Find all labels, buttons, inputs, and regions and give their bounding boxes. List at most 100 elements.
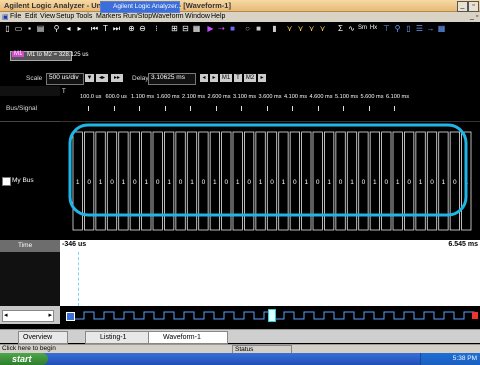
bus-row-label[interactable]: My Bus [0, 122, 60, 240]
bus-collapse-icon[interactable]: ⊟ [181, 24, 190, 33]
bus-bit-label: 0 [339, 179, 343, 186]
find-prev-icon[interactable]: ◂ [64, 24, 73, 33]
new-icon[interactable]: ▯ [3, 24, 12, 33]
zoom-in-icon[interactable]: ⊕ [127, 24, 136, 33]
overview-strip [60, 306, 480, 324]
menu-view[interactable]: View [40, 13, 55, 20]
ruler-tick-mark [88, 106, 89, 111]
arrow-icon[interactable]: → [426, 24, 435, 33]
hex-icon[interactable]: Hx [369, 24, 378, 33]
taskbar-app-button[interactable]: Agilent Logic Analyzer... [100, 1, 182, 13]
zoom-out-icon[interactable]: ⊖ [138, 24, 147, 33]
find-icon[interactable]: ⚲ [52, 24, 61, 33]
table-icon[interactable]: ▦ [437, 24, 446, 33]
run-icon[interactable]: ▶ [206, 24, 215, 33]
tab-overview[interactable]: Overview [18, 331, 68, 344]
list-icon[interactable]: ☰ [415, 24, 424, 33]
overview-position-handle[interactable] [268, 309, 276, 322]
ruler-tick-mark [317, 106, 319, 111]
print-icon[interactable]: ▤ [36, 24, 45, 33]
zoom-out-button[interactable]: ▼ [85, 74, 94, 82]
grid-icon[interactable]: ▦ [192, 24, 201, 33]
menu-restore-icon[interactable]: _ ▫ [470, 13, 478, 20]
signal-icon-3[interactable]: ⋎ [307, 24, 316, 33]
bars-icon[interactable]: ▮ [270, 24, 279, 33]
bus-bit-label: 1 [419, 179, 423, 186]
scale-step-right-button[interactable]: ▸▸ [111, 74, 123, 82]
delay-end-button[interactable]: ▸ [258, 74, 266, 82]
tray-clock: 5:38 PM [452, 355, 477, 362]
scale-input[interactable]: 500 us/div [46, 73, 84, 85]
trigger-settings-icon[interactable]: ⊤ [382, 24, 391, 33]
sigma-icon[interactable]: Σ [336, 24, 345, 33]
bus-bit-label: 0 [110, 179, 114, 186]
open-icon[interactable]: ▭ [14, 24, 23, 33]
menu-bar: ▣ File Edit View Setup Tools Markers Run… [0, 12, 480, 22]
signal-icon-4[interactable]: ⋎ [318, 24, 327, 33]
tools-icon[interactable]: ⚲ [393, 24, 402, 33]
scrollbar-left[interactable]: ◂ ▸ [2, 310, 54, 322]
delay-trigger-button[interactable]: T [234, 74, 242, 82]
ruler-tick-label: 4.100 ms [284, 94, 308, 100]
bus-bit-label: 1 [259, 179, 263, 186]
waveform-icon[interactable]: ∿ [347, 24, 356, 33]
marker-readout-chip[interactable]: M1 M1 to M2 = 328.125 us [10, 51, 89, 61]
delay-right-button[interactable]: ▸ [210, 74, 218, 82]
signal-icon-2[interactable]: ⋎ [296, 24, 305, 33]
bus-name: My Bus [12, 177, 34, 184]
run-repetitive-icon[interactable]: ⇢ [217, 24, 226, 33]
stop-icon[interactable]: ■ [228, 24, 237, 33]
scale-step-left-button[interactable]: ◂▸ [96, 74, 108, 82]
time-label: Time [18, 242, 33, 249]
menu-edit[interactable]: Edit [25, 13, 37, 20]
marker-right-icon[interactable]: ⏭ [112, 24, 121, 33]
bus-bit-label: 0 [247, 179, 251, 186]
bus-waveform: 10101010101010101010101010101010101 [68, 123, 472, 231]
ruler-tick-label: 2.600 ms [207, 94, 231, 100]
marker-left-icon[interactable]: ⏮ [90, 24, 99, 33]
app-menu-icon[interactable]: ▣ [2, 13, 9, 21]
menu-file[interactable]: File [10, 13, 21, 20]
menu-markers[interactable]: Markers [96, 13, 121, 20]
minimize-button[interactable]: _ [457, 1, 468, 12]
empty-waveform-area[interactable] [60, 252, 480, 306]
ruler-tick-label: 5.600 ms [360, 94, 384, 100]
square-icon[interactable]: ■ [254, 24, 263, 33]
menu-run-stop[interactable]: Run/Stop [123, 13, 152, 20]
tab-waveform-1[interactable]: Waveform-1 [148, 331, 228, 344]
start-button[interactable]: start [0, 353, 48, 365]
trigger-marker: T [62, 89, 66, 95]
restore-button[interactable]: ▫ [468, 1, 479, 12]
menu-window[interactable]: Window [185, 13, 210, 20]
save-icon[interactable]: ▪ [25, 24, 34, 33]
menu-help[interactable]: Help [211, 13, 225, 20]
bus-expand-checkbox[interactable] [2, 177, 11, 186]
overview-left-handle[interactable] [66, 312, 75, 321]
ruler-tick-mark [190, 106, 191, 111]
bookmark-icon[interactable]: ▯ [404, 24, 413, 33]
trigger-icon[interactable]: T [101, 24, 110, 33]
bus-expand-icon[interactable]: ⊞ [170, 24, 179, 33]
tab-listing-1[interactable]: Listing-1 [85, 331, 151, 344]
tab-bar: Overview Listing-1 Waveform-1 [0, 329, 480, 344]
waveform-area[interactable]: 10101010101010101010101010101010101 [60, 122, 480, 240]
find-next-icon[interactable]: ▸ [75, 24, 84, 33]
delay-marker-button[interactable]: M1 [220, 74, 232, 82]
menu-waveform[interactable]: Waveform [152, 13, 184, 20]
delay-left-button[interactable]: ◂ [200, 74, 208, 82]
bus-bit-label: 0 [407, 179, 411, 186]
delay-m2-button[interactable]: M2 [244, 74, 256, 82]
menu-setup[interactable]: Setup [56, 13, 74, 20]
symbol-icon[interactable]: Sm [358, 24, 367, 33]
signal-icon-1[interactable]: ⋎ [285, 24, 294, 33]
scroll-right-icon[interactable]: ▸ [48, 311, 52, 321]
timeline-end: 6.545 ms [448, 241, 478, 248]
marker-icon[interactable]: ⁝ [152, 24, 161, 33]
overview-right-handle[interactable] [472, 312, 478, 319]
circle-icon[interactable]: ○ [243, 24, 252, 33]
delay-input[interactable]: 3.10625 ms [148, 73, 196, 85]
menu-tools[interactable]: Tools [76, 13, 92, 20]
scroll-left-icon[interactable]: ◂ [4, 311, 8, 321]
ruler-tick-mark [394, 106, 395, 111]
ruler-tick-label: 4.600 ms [309, 94, 333, 100]
